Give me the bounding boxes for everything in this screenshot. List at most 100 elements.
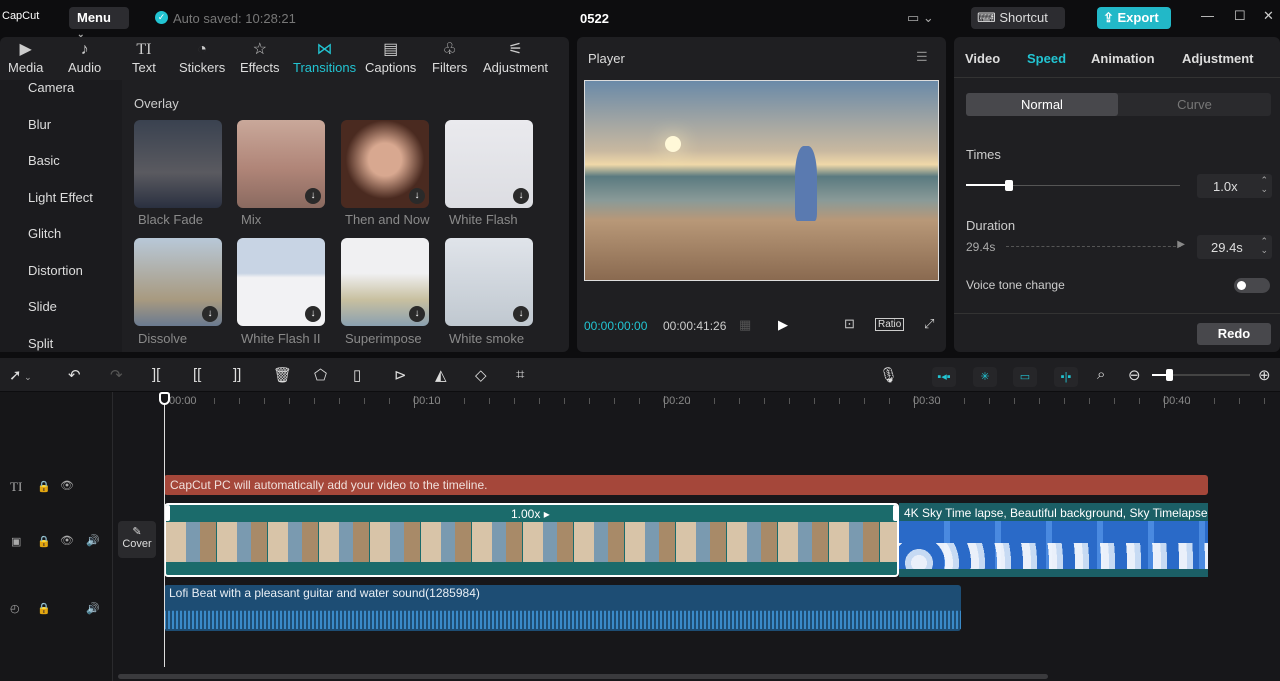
shortcut-button[interactable]: ⌨ Shortcut (971, 7, 1065, 29)
playhead-handle[interactable] (159, 392, 170, 405)
select-tool-icon[interactable]: ➚ ⌄ (9, 366, 32, 384)
split-right-icon[interactable]: ]] (233, 366, 241, 383)
video-clip-sky[interactable]: 4K Sky Time lapse, Beautiful background,… (899, 503, 1208, 577)
times-input[interactable]: 1.0x ⌃ ⌄ (1197, 174, 1272, 198)
tab-adjustment[interactable]: Adjustment (1182, 51, 1254, 66)
times-slider-handle[interactable] (1004, 180, 1013, 191)
category-glitch[interactable]: Glitch (28, 226, 61, 241)
minimize-button[interactable]: — (1201, 8, 1214, 23)
tab-stickers[interactable]: ◔ Stickers (179, 40, 225, 75)
magnet-link-button[interactable]: ▪◂▪ (932, 367, 956, 387)
eye-icon[interactable]: 👁 (60, 534, 74, 547)
zoom-in-icon[interactable]: ⊕ (1258, 366, 1271, 384)
zoom-out-icon[interactable]: ⊖ (1128, 366, 1141, 384)
category-slide[interactable]: Slide (28, 299, 57, 314)
tab-animation[interactable]: Animation (1091, 51, 1155, 66)
stepper-icon[interactable]: ⌃ ⌄ (1260, 237, 1268, 255)
category-camera[interactable]: Camera (28, 80, 74, 95)
auto-snap-button[interactable]: ✳ (973, 367, 997, 387)
horizontal-scrollbar[interactable] (118, 674, 1048, 679)
zoom-fit-icon[interactable]: ⌕ (1097, 366, 1105, 383)
tab-text[interactable]: TI Text (132, 40, 156, 75)
grid-icon[interactable]: ▦ (739, 317, 751, 333)
download-icon[interactable]: ↓ (305, 306, 321, 322)
tab-transitions[interactable]: ⋈ Transitions (293, 40, 356, 75)
rotate-icon[interactable]: ◇ (475, 366, 487, 384)
transition-black-fade[interactable] (134, 120, 222, 208)
reverse-icon[interactable]: ⊳ (394, 366, 407, 384)
transition-then-and-now[interactable]: ↓ (341, 120, 429, 208)
trim-handle-left[interactable] (166, 505, 170, 521)
download-icon[interactable]: ↓ (409, 188, 425, 204)
download-icon[interactable]: ↓ (513, 188, 529, 204)
trim-handle-right[interactable] (893, 505, 897, 521)
transition-white-flash[interactable]: ↓ (445, 120, 533, 208)
crop-icon[interactable]: ⌗ (516, 366, 524, 383)
volume-icon[interactable]: 🔊 (86, 534, 100, 547)
category-light-effect[interactable]: Light Effect (28, 190, 93, 205)
download-icon[interactable]: ↓ (513, 306, 529, 322)
ratio-button[interactable]: Ratio (875, 318, 905, 331)
tab-filters[interactable]: ♧ Filters (432, 40, 467, 75)
tab-effects[interactable]: ☆ Effects (240, 40, 280, 75)
category-split[interactable]: Split (28, 336, 53, 351)
marker-icon[interactable]: ⬠ (314, 366, 327, 384)
voice-tone-toggle[interactable] (1234, 278, 1270, 293)
download-icon[interactable]: ↓ (409, 306, 425, 322)
lock-icon[interactable]: 🔒 (37, 602, 51, 615)
audio-clip[interactable]: Lofi Beat with a pleasant guitar and wat… (164, 585, 961, 631)
tab-audio[interactable]: ♪ Audio (68, 40, 101, 75)
fullscreen-icon[interactable]: ⤢ (924, 316, 934, 332)
tab-video[interactable]: Video (965, 51, 1000, 66)
preview-axis-button[interactable]: ▪|▪ (1054, 367, 1078, 387)
tab-media[interactable]: ▶ Media (8, 40, 43, 75)
stepper-icon[interactable]: ⌃ ⌄ (1260, 176, 1268, 194)
close-button[interactable]: ✕ (1263, 8, 1274, 24)
mode-curve[interactable]: Curve (1118, 93, 1271, 116)
transition-white-flash-ii[interactable]: ↓ (237, 238, 325, 326)
layout-icon[interactable]: ▭ ⌄ (907, 10, 934, 26)
category-distortion[interactable]: Distortion (28, 263, 83, 278)
menu-button[interactable]: Menu ⌄ (69, 7, 129, 39)
transition-superimpose[interactable]: ↓ (341, 238, 429, 326)
split-icon[interactable]: ][ (152, 366, 160, 383)
microphone-icon[interactable]: 🎙 (879, 366, 898, 384)
lock-icon[interactable]: 🔒 (37, 480, 51, 493)
transition-dissolve[interactable]: ↓ (134, 238, 222, 326)
tab-adjustment[interactable]: ⚟ Adjustment (483, 40, 548, 75)
export-button[interactable]: ⇪ Export (1097, 7, 1171, 29)
maximize-button[interactable]: ☐ (1234, 8, 1246, 24)
mirror-icon[interactable]: ◭ (435, 366, 447, 384)
volume-icon[interactable]: 🔊 (86, 602, 100, 615)
category-basic[interactable]: Basic (28, 153, 60, 168)
duration-input[interactable]: 29.4s ⌃ ⌄ (1197, 235, 1272, 259)
lock-icon[interactable]: 🔒 (37, 535, 51, 548)
tab-captions[interactable]: ▤ Captions (365, 40, 416, 75)
category-blur[interactable]: Blur (28, 117, 51, 132)
times-slider[interactable] (966, 180, 1180, 191)
transition-white-smoke[interactable]: ↓ (445, 238, 533, 326)
play-button[interactable]: ▶ (778, 317, 788, 333)
playhead[interactable] (159, 392, 170, 667)
zoom-slider-handle[interactable] (1166, 369, 1173, 381)
freeze-icon[interactable]: ▯ (353, 366, 361, 384)
mode-normal[interactable]: Normal (966, 93, 1118, 116)
download-icon[interactable]: ↓ (202, 306, 218, 322)
delete-icon[interactable]: 🗑 (273, 366, 292, 384)
linkage-button[interactable]: ▭ (1013, 367, 1037, 387)
undo-icon[interactable]: ↶ (68, 366, 81, 384)
split-left-icon[interactable]: [[ (193, 366, 201, 383)
zoom-slider[interactable] (1152, 369, 1250, 381)
video-preview[interactable] (584, 80, 939, 281)
redo-button[interactable]: Redo (1197, 323, 1271, 345)
text-clip[interactable]: CapCut PC will automatically add your vi… (164, 475, 1208, 495)
download-icon[interactable]: ↓ (305, 188, 321, 204)
fit-icon[interactable]: ⊡ (844, 316, 855, 332)
player-menu-icon[interactable]: ☰ (916, 49, 928, 65)
transition-mix[interactable]: ↓ (237, 120, 325, 208)
video-clip-beach[interactable]: 1.00x ▸ (164, 503, 899, 577)
tab-speed[interactable]: Speed (1027, 51, 1066, 66)
redo-icon[interactable]: ↷ (110, 366, 123, 384)
eye-icon[interactable]: 👁 (60, 479, 74, 492)
cover-button[interactable]: ✎ Cover (118, 521, 156, 558)
